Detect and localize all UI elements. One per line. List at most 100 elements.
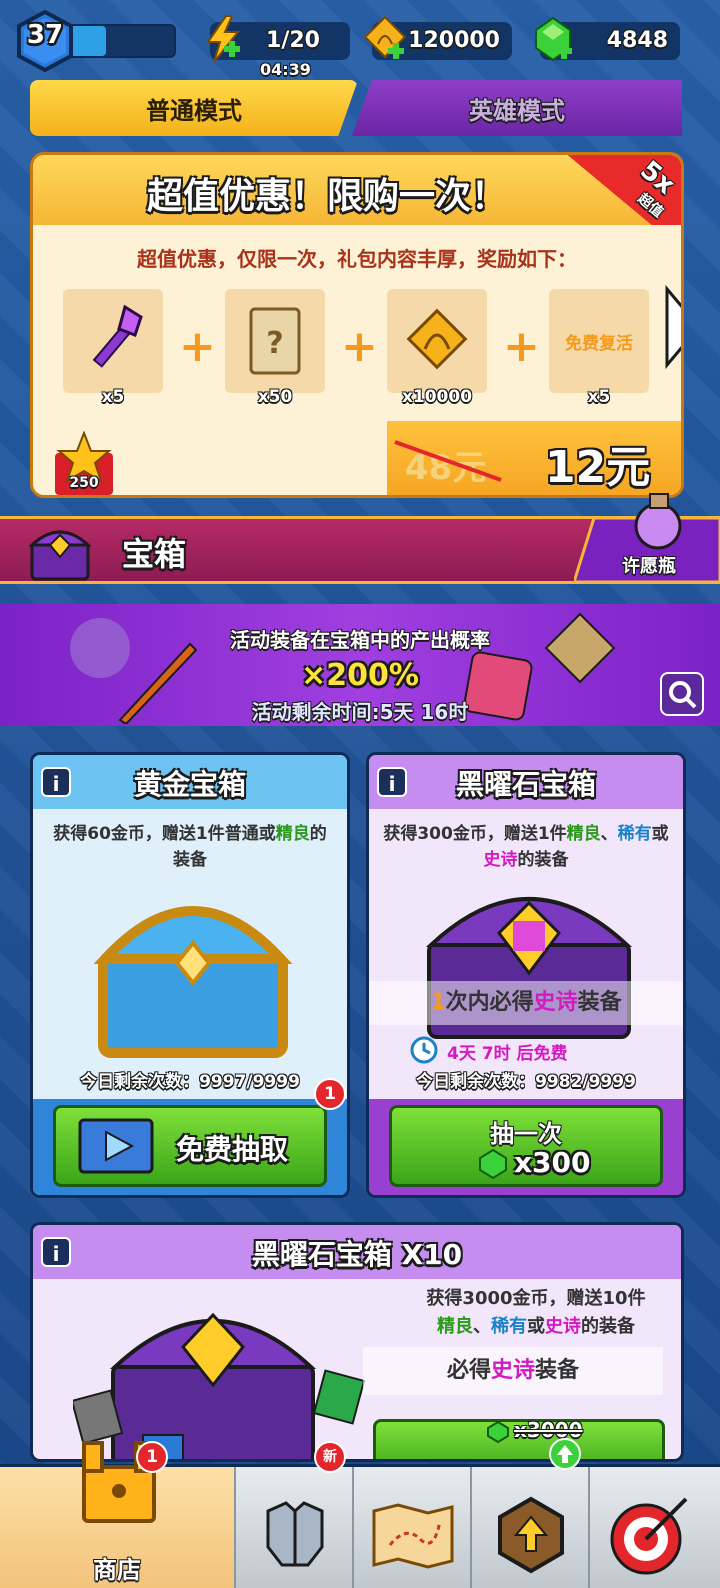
top-bar: 37 1/20 04:39 120000 4848 [0, 0, 720, 80]
desc-text: 获得300金币，赠送1件 [383, 824, 567, 844]
free-draw-button[interactable]: 免费抽取 [53, 1105, 327, 1187]
obsidian-chest-remaining: 今日剩余次数：9982/9999 [416, 1072, 636, 1092]
hex-upgrade-icon [498, 1496, 564, 1574]
guarantee-text: 装备 [577, 990, 622, 1015]
plus-icon: + [503, 321, 540, 372]
free-draw-label: 免费抽取 [176, 1133, 289, 1166]
tab-hero-mode[interactable]: 英雄模式 [352, 80, 682, 136]
search-button[interactable] [660, 672, 704, 716]
rarity-epic: 史诗 [490, 1358, 535, 1383]
energy-value: 1/20 [266, 28, 320, 53]
lightning-icon [206, 15, 241, 63]
chest-section-title: 宝箱 [122, 535, 187, 573]
notification-badge: 1 [314, 1078, 346, 1110]
offer-item-scroll-qty: x50 [257, 387, 293, 407]
bow-token-icon [406, 308, 468, 370]
tab-normal-label: 普通模式 [146, 96, 242, 125]
guarantee-count: 1 [430, 990, 446, 1015]
video-play-icon [78, 1118, 154, 1174]
green-gem-icon [535, 16, 572, 62]
gold-chest-card: i 黄金宝箱 获得60金币，赠送1件普通或精良的装备 今日剩余次数：9997/9… [30, 752, 350, 1198]
plus-icon: + [341, 321, 378, 372]
search-icon [669, 681, 697, 709]
map-icon [372, 1503, 454, 1569]
star-points-badge: 250 [53, 430, 115, 495]
rarity-fine: 精良 [437, 1316, 473, 1337]
bow-value: 120000 [408, 28, 500, 53]
purple-chest-icon [28, 530, 92, 581]
rarity-fine: 精良 [566, 824, 601, 844]
obsidian-x10-card: i 黑曜石宝箱 X10 获得3000金币，赠送10件 精良、稀有或史诗的装备 必… [30, 1222, 684, 1462]
nav-shop-label: 商店 [93, 1556, 141, 1584]
offer-item-revive-qty: x5 [587, 387, 611, 407]
event-probability-text: 活动装备在宝箱中的产出概率 [230, 628, 490, 652]
next-arrow-icon[interactable] [663, 285, 684, 369]
special-offer-panel: 超值优惠！限购一次！ 5x 超值 超值优惠，仅限一次，礼包内容丰厚，奖励如下： … [30, 152, 684, 498]
offer-title: 超值优惠！限购一次！ [146, 176, 507, 217]
star-points-value: 250 [69, 475, 99, 491]
guarantee-banner: 必得史诗装备 [363, 1347, 663, 1395]
strikethrough-line [394, 440, 502, 482]
green-gem-icon [479, 1148, 507, 1180]
offer-item-scroll[interactable]: ? [225, 289, 325, 393]
new-badge: 新 [314, 1441, 346, 1473]
offer-description: 超值优惠，仅限一次，礼包内容丰厚，奖励如下： [137, 247, 577, 271]
target-arrow-icon [610, 1497, 688, 1575]
plus-icon: + [179, 321, 216, 372]
nav-archery[interactable] [590, 1467, 720, 1588]
gem-currency[interactable]: 4848 [535, 16, 680, 62]
free-revive-label: 免费复活 [565, 334, 633, 354]
bow-currency[interactable]: 120000 [363, 15, 512, 60]
offer-item-bow-qty: x10000 [401, 387, 473, 407]
wish-bottle-label: 许愿瓶 [622, 556, 676, 577]
rarity-rare: 稀有 [491, 1316, 527, 1337]
nav-upgrade[interactable] [472, 1438, 590, 1588]
svg-text:?: ? [266, 326, 283, 361]
desc-text: 或 [651, 824, 669, 844]
obsidian-x10-title: 黑曜石宝箱 X10 [251, 1238, 463, 1271]
offer-item-key-qty: x5 [101, 387, 125, 407]
obsidian-chest-x10-icon [73, 1312, 366, 1459]
event-banner: 活动装备在宝箱中的产出概率 ×200% 活动剩余时间:5天 16时 [0, 604, 720, 726]
level-number: 37 [26, 20, 64, 50]
draw-ten-button[interactable]: x3000 [373, 1418, 665, 1459]
purple-key-icon [92, 304, 143, 368]
guarantee-banner: 1次内必得史诗装备 [369, 981, 683, 1025]
offer-item-key[interactable] [63, 289, 163, 393]
draw-once-label: 抽一次 [490, 1120, 562, 1148]
nav-shop[interactable]: 1 商店 [0, 1441, 236, 1588]
rarity-rare: 稀有 [617, 824, 652, 844]
event-time-remaining: 活动剩余时间:5天 16时 [251, 700, 469, 724]
guarantee-text: 次内必得 [445, 990, 534, 1015]
draw-once-cost: x300 [514, 1146, 591, 1179]
obsidian-chest-card: i 黑曜石宝箱 获得300金币，赠送1件精良、稀有或史诗的装备 1次内必得史诗装… [366, 752, 686, 1198]
green-gem-icon [487, 1420, 509, 1444]
desc-text: 获得3000金币，赠送10件 [426, 1288, 646, 1309]
desc-text: 、 [473, 1316, 491, 1337]
gem-value: 4848 [606, 28, 668, 53]
xp-bar [68, 24, 176, 58]
rarity-epic: 史诗 [545, 1316, 581, 1337]
gold-chest-description: 获得60金币，赠送1件普通或精良的装备 [47, 821, 333, 873]
bow-token-icon [363, 15, 407, 59]
gold-chest-icon [93, 906, 293, 1058]
free-countdown: 4天 7时 后免费 [447, 1044, 568, 1064]
energy-counter[interactable]: 1/20 [206, 15, 350, 63]
draw-once-button[interactable]: 抽一次 x300 [389, 1105, 663, 1187]
obsidian-chest-title: 黑曜石宝箱 [455, 768, 596, 801]
upgrade-available-icon [549, 1438, 581, 1470]
obsidian-x10-description: 获得3000金币，赠送10件 精良、稀有或史诗的装备 [401, 1285, 671, 1341]
nav-map[interactable] [354, 1467, 472, 1588]
tab-normal-mode[interactable]: 普通模式 [30, 80, 358, 136]
gold-chest-title: 黄金宝箱 [133, 768, 246, 801]
guarantee-text: 必得 [446, 1358, 491, 1383]
offer-item-free-revive[interactable]: 免费复活 [549, 289, 649, 393]
desc-text: 的装备 [581, 1316, 635, 1337]
notification-badge: 1 [136, 1441, 168, 1473]
mystery-scroll-icon: ? [249, 307, 301, 375]
armor-icon [266, 1501, 324, 1567]
offer-item-bow-token[interactable] [387, 289, 487, 393]
rarity-fine: 精良 [275, 824, 310, 844]
new-price: 12元 [545, 442, 651, 493]
nav-equipment[interactable]: 新 [236, 1441, 354, 1588]
